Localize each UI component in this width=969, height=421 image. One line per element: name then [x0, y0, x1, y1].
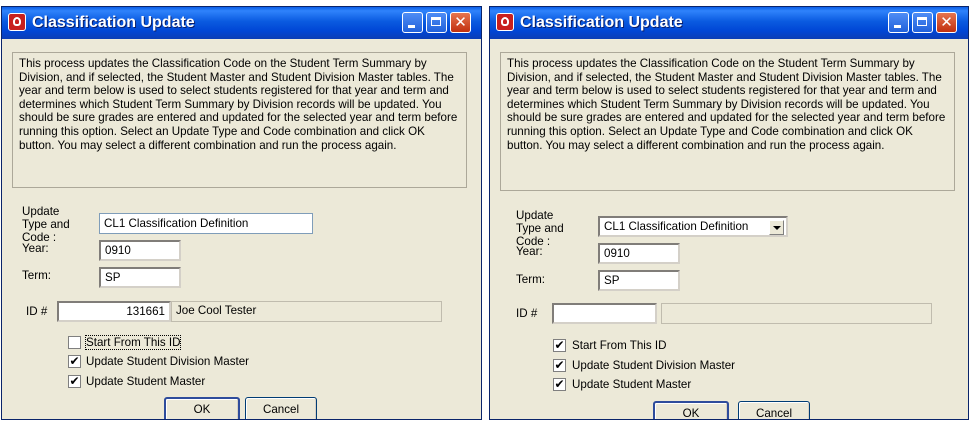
id-name-display: Joe Cool Tester — [171, 301, 442, 322]
id-label: ID # — [516, 307, 538, 320]
minimize-button[interactable] — [888, 12, 909, 33]
term-label: Term: — [22, 269, 51, 282]
update-division-master-label[interactable]: Update Student Division Master — [572, 359, 735, 372]
title-bar[interactable]: Classification Update ✕ — [490, 7, 968, 39]
minimize-button[interactable] — [402, 12, 423, 33]
classification-update-dialog-left: Classification Update ✕ This process upd… — [1, 6, 482, 420]
maximize-button[interactable] — [912, 12, 933, 33]
id-label: ID # — [26, 305, 48, 318]
close-button[interactable]: ✕ — [450, 12, 471, 33]
chevron-down-icon[interactable] — [769, 220, 784, 235]
update-type-selected: CL1 Classification Definition — [604, 220, 749, 233]
update-type-field[interactable]: CL1 Classification Definition — [99, 213, 313, 234]
app-icon — [8, 13, 26, 31]
close-icon: ✕ — [940, 13, 953, 31]
ok-button[interactable]: OK — [164, 397, 240, 419]
checkmark-icon: ✔ — [554, 377, 565, 391]
start-from-id-checkbox[interactable] — [68, 336, 81, 349]
cancel-button[interactable]: Cancel — [245, 397, 317, 419]
window-title: Classification Update — [32, 14, 195, 31]
year-label: Year: — [22, 242, 49, 255]
update-division-master-checkbox[interactable]: ✔ — [68, 354, 81, 368]
year-input[interactable]: 0910 — [598, 243, 680, 264]
update-student-master-label[interactable]: Update Student Master — [86, 375, 205, 388]
minimize-icon — [408, 25, 415, 28]
update-student-master-checkbox[interactable]: ✔ — [68, 374, 81, 388]
update-division-master-checkbox[interactable]: ✔ — [553, 358, 566, 372]
description-panel: This process updates the Classification … — [12, 52, 467, 188]
term-input[interactable]: SP — [99, 267, 181, 288]
year-input[interactable]: 0910 — [99, 240, 181, 261]
update-type-label: Update Type and Code : — [22, 205, 70, 244]
term-input[interactable]: SP — [598, 270, 680, 291]
id-input[interactable] — [552, 303, 657, 324]
update-division-master-label[interactable]: Update Student Division Master — [86, 355, 249, 368]
description-panel: This process updates the Classification … — [500, 52, 955, 191]
maximize-icon — [431, 17, 441, 26]
start-from-id-checkbox[interactable]: ✔ — [553, 338, 566, 352]
year-label: Year: — [516, 245, 543, 258]
checkmark-icon: ✔ — [554, 358, 565, 372]
update-type-label: Update Type and Code : — [516, 209, 564, 248]
title-bar[interactable]: Classification Update ✕ — [2, 7, 481, 39]
update-type-dropdown[interactable]: CL1 Classification Definition — [598, 216, 788, 237]
checkmark-icon: ✔ — [69, 354, 80, 368]
close-icon: ✕ — [454, 13, 467, 31]
start-from-id-label[interactable]: Start From This ID — [572, 339, 666, 352]
classification-update-dialog-right: Classification Update ✕ This process upd… — [489, 6, 969, 420]
start-from-id-label[interactable]: Start From This ID — [84, 335, 182, 350]
minimize-icon — [894, 25, 901, 28]
checkmark-icon: ✔ — [554, 338, 565, 352]
id-input[interactable]: 131661 — [57, 301, 171, 322]
cancel-button[interactable]: Cancel — [738, 401, 810, 419]
term-label: Term: — [516, 273, 545, 286]
maximize-icon — [917, 17, 927, 26]
checkmark-icon: ✔ — [69, 374, 80, 388]
close-button[interactable]: ✕ — [936, 12, 957, 33]
id-name-display — [661, 303, 932, 324]
window-title: Classification Update — [520, 14, 683, 31]
app-icon — [496, 13, 514, 31]
update-student-master-checkbox[interactable]: ✔ — [553, 377, 566, 391]
ok-button[interactable]: OK — [653, 401, 729, 419]
maximize-button[interactable] — [426, 12, 447, 33]
update-student-master-label[interactable]: Update Student Master — [572, 378, 691, 391]
